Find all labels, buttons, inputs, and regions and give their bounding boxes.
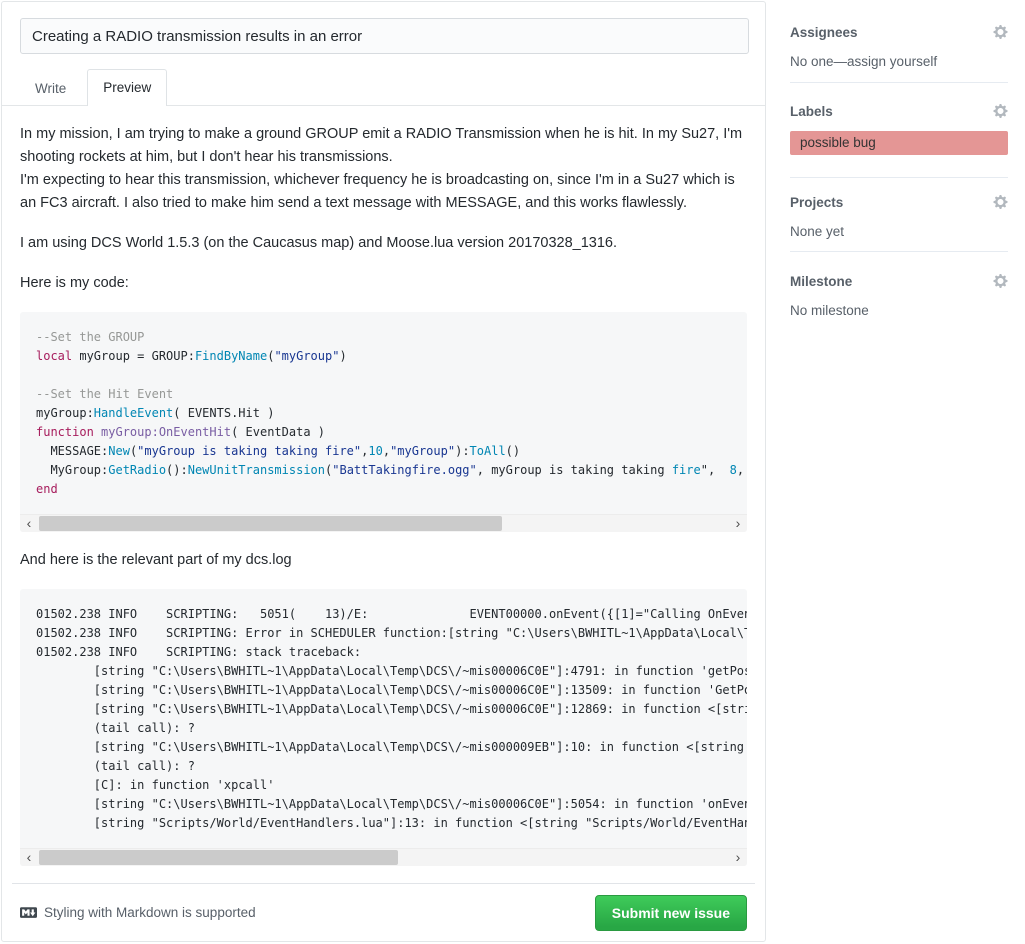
issue-body-paragraph-2: I am using DCS World 1.5.3 (on the Cauca… <box>20 232 747 255</box>
submit-new-issue-button[interactable]: Submit new issue <box>595 895 747 931</box>
sidebar-section-milestone: Milestone No milestone <box>790 252 1008 334</box>
gear-icon[interactable] <box>993 24 1008 40</box>
markdown-icon <box>20 904 37 921</box>
sidebar-section-projects: Projects None yet <box>790 178 1008 252</box>
assignees-heading: Assignees <box>790 25 858 40</box>
assignees-value[interactable]: No one—assign yourself <box>790 54 1008 69</box>
label-chip-possible-bug[interactable]: possible bug <box>790 131 1008 155</box>
discussion-sidebar: Assignees No one—assign yourself Labels … <box>790 0 1008 334</box>
tab-preview[interactable]: Preview <box>87 69 167 106</box>
markdown-note-label: Styling with Markdown is supported <box>44 905 256 920</box>
code-horizontal-scrollbar[interactable]: ‹ › <box>20 514 747 532</box>
milestone-value: No milestone <box>790 303 1008 318</box>
labels-heading: Labels <box>790 104 833 119</box>
lua-code-block: --Set the GROUPlocal myGroup = GROUP:Fin… <box>20 312 747 532</box>
new-issue-form: Write Preview In my mission, I am trying… <box>1 1 766 942</box>
scroll-right-arrow-icon[interactable]: › <box>729 849 747 866</box>
markdown-supported-note[interactable]: Styling with Markdown is supported <box>20 904 256 921</box>
milestone-heading: Milestone <box>790 274 852 289</box>
scrollbar-track[interactable] <box>38 515 729 532</box>
scroll-left-arrow-icon[interactable]: ‹ <box>20 849 38 866</box>
tab-write[interactable]: Write <box>20 71 81 105</box>
scroll-right-arrow-icon[interactable]: › <box>729 515 747 532</box>
write-preview-tabnav: Write Preview <box>2 68 765 106</box>
dcs-log-text: 01502.238 INFO SCRIPTING: 5051( 13)/E: E… <box>20 589 747 848</box>
sidebar-section-labels: Labels possible bug <box>790 83 1008 178</box>
projects-heading: Projects <box>790 195 843 210</box>
issue-body-paragraph-4: And here is the relevant part of my dcs.… <box>20 549 747 572</box>
scroll-left-arrow-icon[interactable]: ‹ <box>20 515 38 532</box>
scrollbar-thumb[interactable] <box>39 850 398 865</box>
scrollbar-track[interactable] <box>38 849 729 866</box>
projects-value: None yet <box>790 224 1008 239</box>
issue-body-paragraph-3: Here is my code: <box>20 272 747 295</box>
issue-body-paragraph-1: In my mission, I am trying to make a gro… <box>20 123 747 215</box>
scrollbar-thumb[interactable] <box>39 516 502 531</box>
gear-icon[interactable] <box>993 273 1008 289</box>
form-actions: Styling with Markdown is supported Submi… <box>12 883 755 941</box>
log-horizontal-scrollbar[interactable]: ‹ › <box>20 848 747 866</box>
sidebar-section-assignees: Assignees No one—assign yourself <box>790 0 1008 83</box>
issue-title-input[interactable] <box>20 18 749 54</box>
lua-code: --Set the GROUPlocal myGroup = GROUP:Fin… <box>20 312 747 514</box>
gear-icon[interactable] <box>993 103 1008 119</box>
log-code-block: 01502.238 INFO SCRIPTING: 5051( 13)/E: E… <box>20 589 747 866</box>
gear-icon[interactable] <box>993 194 1008 210</box>
new-issue-page: Write Preview In my mission, I am trying… <box>0 0 1025 944</box>
preview-content: In my mission, I am trying to make a gro… <box>20 106 747 882</box>
